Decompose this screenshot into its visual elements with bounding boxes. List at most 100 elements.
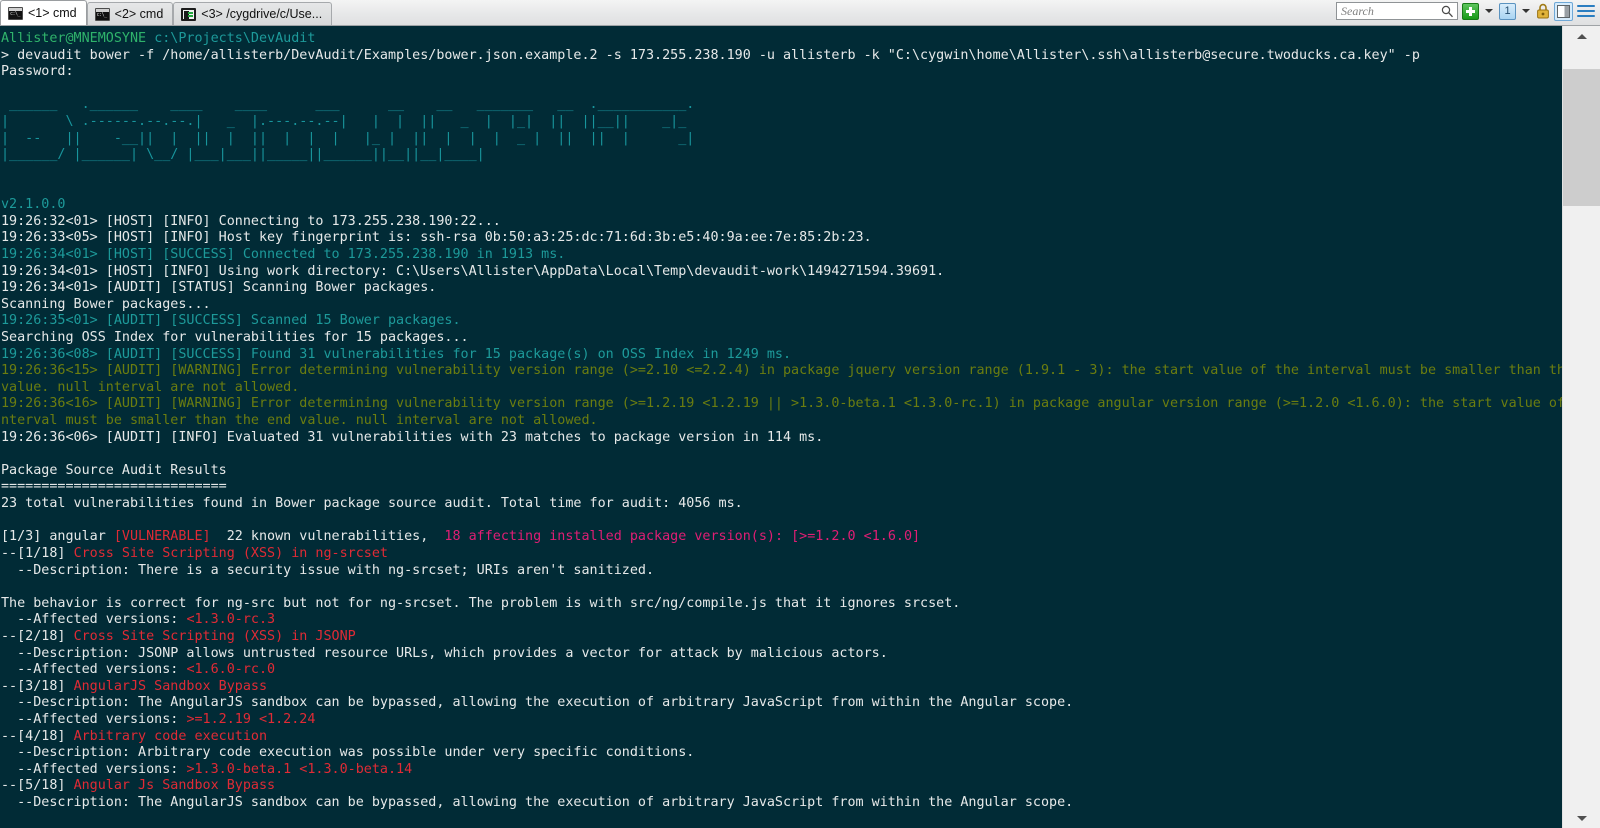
terminal-line: ============================ (1, 479, 1562, 496)
tab-list: <1> cmd <2> cmd <3> /cygdrive/c/Use... (0, 0, 333, 25)
terminal-span: > devaudit bower -f /home/allisterb/DevA… (1, 47, 1420, 63)
toolbar: Search 1 (1336, 0, 1600, 25)
terminal-line: 19:26:34<01> [HOST] [SUCCESS] Connected … (1, 247, 1562, 264)
tab-label: <3> /cygdrive/c/Use... (201, 7, 323, 21)
terminal-span: --[1/18] (1, 545, 74, 561)
split-panel-button[interactable] (1554, 1, 1573, 21)
terminal-span: 19:26:36<08> [AUDIT] [SUCCESS] Found 31 … (1, 346, 792, 362)
terminal-span: --[3/18] (1, 678, 74, 694)
terminal-span: 19:26:36<06> [AUDIT] [INFO] Evaluated 31… (1, 429, 824, 445)
terminal-span: --Description: JSONP allows untrusted re… (1, 645, 888, 661)
terminal-line: --Affected versions: >1.3.0-beta.1 <1.3.… (1, 762, 1562, 779)
new-console-button[interactable] (1462, 2, 1479, 20)
terminal-span: --Description: There is a security issue… (1, 562, 655, 578)
terminal-span: 19:26:32<01> [HOST] [INFO] Connecting to… (1, 213, 501, 229)
terminal-span: ______ .______ ____ ____ ___ __ __ _____… (1, 97, 695, 113)
terminal-span: >=1.2.19 <1.2.24 (186, 711, 316, 727)
search-input[interactable]: Search (1336, 2, 1458, 20)
terminal-line: Searching OSS Index for vulnerabilities … (1, 330, 1562, 347)
console-icon (94, 7, 110, 21)
terminal-span: --Description: The AngularJS sandbox can… (1, 795, 1074, 811)
terminal-line: --Description: The AngularJS sandbox can… (1, 695, 1562, 712)
tab-2-cmd[interactable]: <2> cmd (86, 2, 174, 25)
terminal-span: 23 total vulnerabilities found in Bower … (1, 496, 743, 512)
console-icon (8, 6, 23, 20)
terminal-span: >1.3.0-beta.1 <1.3.0-beta.14 (186, 761, 413, 777)
tab-1-cmd[interactable]: <1> cmd (0, 0, 87, 25)
terminal-line: --Affected versions: <1.6.0-rc.0 (1, 662, 1562, 679)
tab-label: <1> cmd (28, 6, 77, 20)
terminal-span: <1.6.0-rc.0 (186, 662, 276, 678)
terminal-line: | -- || -__|| | || | || | | | |_ | || | … (1, 131, 1562, 148)
terminal-span: Cross Site Scripting (XSS) in ng-srcset (73, 545, 388, 561)
terminal-span: --[2/18] (1, 628, 74, 644)
terminal-span: Scanning Bower packages... (1, 296, 211, 312)
terminal-span: 18 affecting installed package version(s… (444, 529, 921, 545)
terminal-span: --[5/18] (1, 778, 74, 794)
new-console-chevron-down-icon[interactable] (1485, 9, 1493, 13)
conemu-window: <1> cmd <2> cmd <3> /cygdrive/c/Use... S… (0, 0, 1600, 828)
terminal-line: ______ .______ ____ ____ ___ __ __ _____… (1, 97, 1562, 114)
terminal-line: 19:26:32<01> [HOST] [INFO] Connecting to… (1, 214, 1562, 231)
terminal-line: 19:26:36<15> [AUDIT] [WARNING] Error det… (1, 363, 1562, 380)
terminal-span: 22 known vulnerabilities, (210, 529, 445, 545)
terminal-line: --[1/18] Cross Site Scripting (XSS) in n… (1, 546, 1562, 563)
tab-3-cygdrive[interactable]: <3> /cygdrive/c/Use... (173, 2, 333, 25)
terminal-span: |______/ |______| \__/ |___|___||_____||… (1, 147, 485, 163)
terminal-span: Angular Js Sandbox Bypass (73, 778, 276, 794)
terminal-line: nterval must be smaller than the end val… (1, 413, 1562, 430)
terminal-line: Package Source Audit Results (1, 463, 1562, 480)
terminal-span: 19:26:36<16> [AUDIT] [WARNING] Error det… (1, 396, 1562, 412)
terminal-span: 19:26:34<01> [AUDIT] [STATUS] Scanning B… (1, 280, 437, 296)
terminal-line: --[5/18] Angular Js Sandbox Bypass (1, 778, 1562, 795)
terminal-line: |______/ |______| \__/ |___|___||_____||… (1, 147, 1562, 164)
terminal-lines: Allister@MNEMOSYNE c:\Projects\DevAudit >… (1, 31, 1562, 812)
active-console-chevron-down-icon[interactable] (1522, 9, 1530, 13)
terminal-line: --Affected versions: <1.3.0-rc.3 (1, 612, 1562, 629)
terminal-span: 19:26:34<01> [HOST] [SUCCESS] Connected … (1, 246, 566, 262)
hamburger-menu-button[interactable] (1577, 4, 1595, 18)
active-console-button[interactable]: 1 (1499, 2, 1516, 20)
magnifier-icon[interactable] (1441, 5, 1454, 18)
terminal-line: Password: (1, 64, 1562, 81)
scrollbar-thumb[interactable] (1563, 69, 1600, 206)
terminal-line: Allister@MNEMOSYNE c:\Projects\DevAudit (1, 31, 1562, 48)
terminal-line: 19:26:34<01> [HOST] [INFO] Using work di… (1, 264, 1562, 281)
terminal-line: value. null interval are not allowed. (1, 380, 1562, 397)
terminal-line: --[2/18] Cross Site Scripting (XSS) in J… (1, 629, 1562, 646)
terminal-span: --Description: The AngularJS sandbox can… (1, 695, 1074, 711)
terminal-span: v2.1.0.0 (1, 197, 66, 213)
terminal-span: <1.3.0-rc.3 (186, 612, 276, 628)
terminal-line: --[4/18] Arbitrary code execution (1, 729, 1562, 746)
terminal-span: Searching OSS Index for vulnerabilities … (1, 329, 469, 345)
chevron-down-icon (1577, 815, 1587, 821)
terminal-span: Package Source Audit Results (1, 462, 227, 478)
terminal-line: --Description: Arbitrary code execution … (1, 745, 1562, 762)
scroll-down-button[interactable] (1563, 808, 1600, 828)
terminal-span: Password: (1, 64, 74, 80)
terminal-line: 19:26:36<16> [AUDIT] [WARNING] Error det… (1, 396, 1562, 413)
terminal-span: | -- || -__|| | || | || | | | |_ | || | … (1, 130, 695, 146)
terminal-line: 19:26:35<01> [AUDIT] [SUCCESS] Scanned 1… (1, 313, 1562, 330)
terminal-line: 23 total vulnerabilities found in Bower … (1, 496, 1562, 513)
chevron-up-icon (1577, 33, 1587, 39)
scroll-up-button[interactable] (1563, 26, 1600, 46)
terminal-line: Scanning Bower packages... (1, 297, 1562, 314)
terminal-line: > devaudit bower -f /home/allisterb/DevA… (1, 48, 1562, 65)
tab-label: <2> cmd (114, 7, 164, 21)
terminal-span: 19:26:33<05> [HOST] [INFO] Host key fing… (1, 230, 872, 246)
terminal-output[interactable]: Allister@MNEMOSYNE c:\Projects\DevAudit >… (0, 26, 1562, 828)
terminal-span: --Affected versions: (1, 761, 187, 777)
terminal-span: Allister@MNEMOSYNE (1, 31, 155, 46)
search-placeholder: Search (1341, 3, 1374, 18)
terminal-icon (181, 7, 197, 21)
vertical-scrollbar[interactable] (1562, 26, 1600, 828)
lock-icon[interactable] (1536, 3, 1550, 19)
terminal-span: c:\Projects\DevAudit (154, 31, 316, 46)
terminal-line: | \ .------.--.--.| _ |.---.--.--| | | |… (1, 114, 1562, 131)
terminal-span: value. null interval are not allowed. (1, 379, 300, 395)
